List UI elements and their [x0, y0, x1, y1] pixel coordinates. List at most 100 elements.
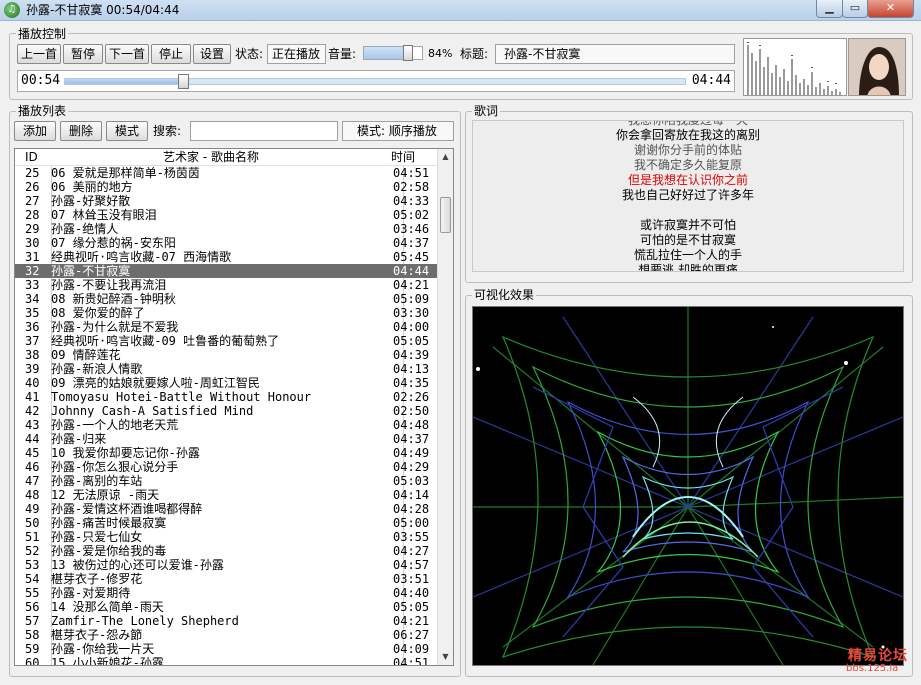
row-id: 59 [25, 642, 40, 656]
row-name: 经典视听·鸣言收藏-07 西海情歌 [51, 250, 232, 264]
playlist-row[interactable]: 37 经典视听·鸣言收藏-09 吐鲁番的葡萄熟了 05:05 [15, 334, 439, 348]
playlist-row[interactable]: 26 06 美丽的地方 02:58 [15, 180, 439, 194]
playlist-row[interactable]: 56 14 没那么简单-雨天 05:05 [15, 600, 439, 614]
minimize-button[interactable]: ▁ [816, 0, 843, 18]
volume-thumb[interactable] [402, 45, 413, 61]
playlist-row[interactable]: 29 孙露-绝情人 03:46 [15, 222, 439, 236]
playlist-scrollbar[interactable]: ▲ ▼ [437, 149, 453, 665]
prev-button[interactable]: 上一首 [17, 44, 61, 64]
row-time: 04:48 [393, 418, 430, 432]
settings-button[interactable]: 设置 [193, 44, 231, 64]
column-name[interactable]: 艺术家 - 歌曲名称 [163, 149, 259, 165]
playlist-row[interactable]: 60 15 小小新娘花-孙露 04:51 [15, 656, 439, 666]
next-button[interactable]: 下一首 [105, 44, 149, 64]
add-button[interactable]: 添加 [14, 121, 56, 141]
row-time: 05:03 [393, 474, 430, 488]
volume-label: 音量: [328, 47, 357, 61]
playlist-row[interactable]: 57 Zamfir-The Lonely Shepherd 04:21 [15, 614, 439, 628]
progress-bar-box: 00:54 04:44 [17, 70, 735, 92]
playlist-row[interactable]: 40 09 漂亮的姑娘就要嫁人啦-周虹江智民 04:35 [15, 376, 439, 390]
row-id: 31 [25, 250, 40, 264]
row-id: 39 [25, 362, 40, 376]
playlist-row[interactable]: 33 孙露-不要让我再流泪 04:21 [15, 278, 439, 292]
row-id: 57 [25, 614, 40, 628]
playlist-row[interactable]: 35 08 爱你爱的醉了 03:30 [15, 306, 439, 320]
playlist-row[interactable]: 51 孙露-只爱七仙女 03:55 [15, 530, 439, 544]
row-id: 56 [25, 600, 40, 614]
row-time: 04:51 [393, 166, 430, 180]
maximize-button[interactable]: ▭ [842, 0, 868, 18]
row-name: 孙露-为什么就是不爱我 [51, 320, 179, 334]
playlist-row[interactable]: 27 孙露-好聚好散 04:33 [15, 194, 439, 208]
playlist-row[interactable]: 31 经典视听·鸣言收藏-07 西海情歌 05:45 [15, 250, 439, 264]
status-label: 状态: [235, 47, 264, 61]
row-id: 55 [25, 586, 40, 600]
visualization-tunnel [473, 307, 903, 665]
mode-button[interactable]: 模式 [106, 121, 148, 141]
row-name: Johnny Cash-A Satisfied Mind [51, 404, 254, 418]
row-time: 05:00 [393, 516, 430, 530]
row-id: 32 [25, 264, 40, 278]
scroll-thumb[interactable] [440, 197, 451, 233]
playlist-row[interactable]: 55 孙露-对爱期待 04:40 [15, 586, 439, 600]
playlist-row[interactable]: 52 孙露-爱是你给我的毒 04:27 [15, 544, 439, 558]
row-id: 37 [25, 334, 40, 348]
playlist-row[interactable]: 39 孙露-新浪人情歌 04:13 [15, 362, 439, 376]
music-note-icon: ♫ [4, 2, 20, 18]
row-name: 孙露-好聚好散 [51, 194, 131, 208]
close-button[interactable]: ✕ [867, 0, 914, 18]
row-time: 04:51 [393, 656, 430, 666]
scroll-up-arrow-icon[interactable]: ▲ [438, 149, 453, 165]
playlist-row[interactable]: 28 07 林耸玉没有眼泪 05:02 [15, 208, 439, 222]
lyric-line: 或许寂寞并不可怕 [639, 218, 736, 232]
row-name: 08 新贵妃醉酒-钟明秋 [51, 292, 176, 306]
playlist-table[interactable]: ID 艺术家 - 歌曲名称 时间 25 06 爱就是那样简单-杨茵茵 04:51 26… [14, 148, 454, 666]
playlist-row[interactable]: 41 Tomoyasu Hotei-Battle Without Honour 02… [15, 390, 439, 404]
row-name: 08 爱你爱的醉了 [51, 306, 145, 320]
spectrum-bars [747, 42, 841, 95]
column-time[interactable]: 时间 [391, 149, 415, 165]
playlist-row[interactable]: 53 13 被伤过的心还可以爱谁-孙露 04:57 [15, 558, 439, 572]
lyric-line: 慌乱拉住一个人的手 [633, 248, 742, 262]
delete-button[interactable]: 删除 [60, 121, 102, 141]
column-id[interactable]: ID [25, 149, 38, 165]
search-input[interactable] [190, 121, 338, 141]
playlist-row[interactable]: 54 椹芽衣子-修罗花 03:51 [15, 572, 439, 586]
playlist-row[interactable]: 34 08 新贵妃醉酒-钟明秋 05:09 [15, 292, 439, 306]
playlist-row[interactable]: 46 孙露-你怎么狠心说分手 04:29 [15, 460, 439, 474]
progress-slider[interactable] [64, 74, 686, 89]
row-time: 04:14 [393, 488, 430, 502]
row-time: 05:05 [393, 334, 430, 348]
playlist-row[interactable]: 25 06 爱就是那样简单-杨茵茵 04:51 [15, 166, 439, 180]
pause-button[interactable]: 暂停 [63, 44, 103, 64]
playlist-row[interactable]: 48 12 无法原谅 -雨天 04:14 [15, 488, 439, 502]
playlist-row[interactable]: 32 孙露-不甘寂寞 04:44 [15, 264, 439, 278]
playlist-row[interactable]: 42 Johnny Cash-A Satisfied Mind 02:50 [15, 404, 439, 418]
playlist-row[interactable]: 59 孙露-你给我一片天 04:09 [15, 642, 439, 656]
playlist-row[interactable]: 36 孙露-为什么就是不爱我 04:00 [15, 320, 439, 334]
row-name: 孙露-爱是你给我的毒 [51, 544, 167, 558]
stop-button[interactable]: 停止 [151, 44, 191, 64]
playlist-row[interactable]: 45 10 我爱你却要忘记你-孙露 04:49 [15, 446, 439, 460]
row-id: 25 [25, 166, 40, 180]
playlist-row[interactable]: 47 孙露-离别的车站 05:03 [15, 474, 439, 488]
playlist-row[interactable]: 38 09 情醉莲花 04:39 [15, 348, 439, 362]
playlist-row[interactable]: 58 椹芽衣子-怨み節 06:27 [15, 628, 439, 642]
row-id: 47 [25, 474, 40, 488]
row-name: 孙露-对爱期待 [51, 586, 131, 600]
progress-thumb[interactable] [177, 74, 189, 89]
playlist-row[interactable]: 49 孙露-爱情这杯酒谁喝都得醉 04:28 [15, 502, 439, 516]
row-time: 04:21 [393, 278, 430, 292]
row-time: 05:45 [393, 250, 430, 264]
playlist-row[interactable]: 43 孙露-一个人的地老天荒 04:48 [15, 418, 439, 432]
playlist-row[interactable]: 50 孙露-痛苦时候最寂寞 05:00 [15, 516, 439, 530]
row-time: 04:27 [393, 544, 430, 558]
row-name: 06 爱就是那样简单-杨茵茵 [51, 166, 200, 180]
playlist-row[interactable]: 44 孙露-归来 04:37 [15, 432, 439, 446]
playlist-row[interactable]: 30 07 缘分惹的祸-安东阳 04:37 [15, 236, 439, 250]
scroll-down-arrow-icon[interactable]: ▼ [438, 649, 453, 665]
lyric-line: 我想你陪我度过每一天 [627, 120, 748, 127]
volume-slider[interactable] [363, 45, 423, 61]
watermark-logo: 精易论坛 [848, 648, 908, 664]
spectrum-analyzer [743, 38, 847, 96]
